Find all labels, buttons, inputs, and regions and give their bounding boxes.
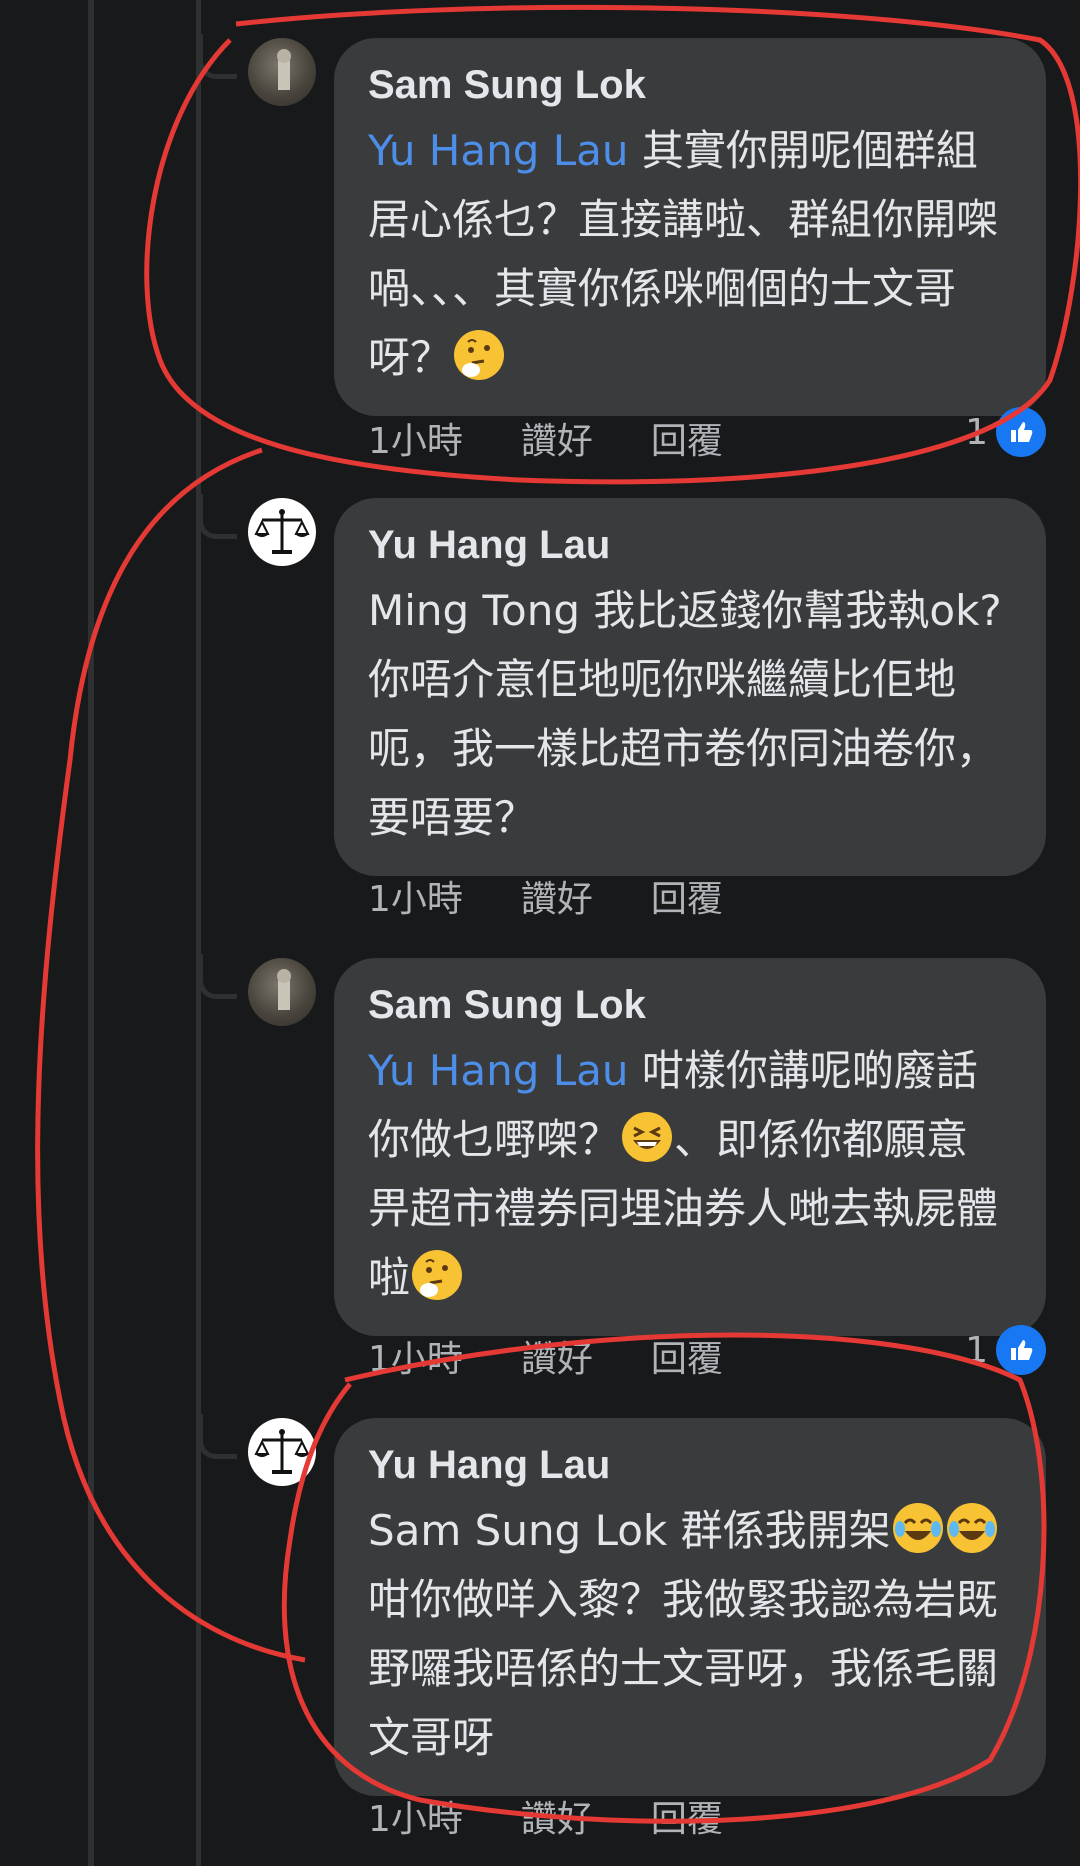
avatar[interactable]	[248, 498, 316, 566]
comment-actions: 1小時 讚好 回覆	[368, 1326, 781, 1386]
mention-link[interactable]: Yu Hang Lau	[368, 126, 629, 175]
person-photo-icon	[277, 49, 291, 90]
comment-time[interactable]: 1小時	[368, 1330, 463, 1382]
like-button[interactable]: 讚好	[521, 1790, 593, 1842]
comment-actions: 1小時 讚好 回覆	[368, 408, 781, 468]
grinning-squinting-face-emoji	[622, 1112, 673, 1162]
thumbs-up-icon	[996, 1325, 1046, 1375]
reply-connector	[198, 1414, 237, 1459]
reaction-count: 1	[965, 1329, 988, 1371]
reply-button[interactable]: 回覆	[651, 1330, 723, 1382]
reply-button[interactable]: 回覆	[651, 412, 723, 464]
comment-bubble: Yu Hang Lau Sam Sung Lok 群係我開架 咁你做咩入黎？我做…	[334, 1418, 1046, 1796]
comment-actions: 1小時 讚好 回覆	[368, 866, 781, 926]
comment-text: Ming Tong 我比返錢你幫我執ok? 你唔介意佢地呃你咪繼續比佢地 呃，我…	[368, 586, 1002, 842]
comment-bubble: Sam Sung Lok Yu Hang Lau 咁樣你講呢啲廢話 你做乜嘢㗎？…	[334, 958, 1046, 1336]
thinking-face-emoji	[412, 1250, 463, 1300]
thread-line-inner	[196, 0, 201, 1866]
avatar[interactable]	[248, 958, 316, 1026]
comment-text: Yu Hang Lau 其實你開呢個群組 居心係乜？直接講啦、群組你開㗎 喎、、…	[368, 126, 999, 382]
reply-button[interactable]: 回覆	[651, 870, 723, 922]
scales-of-justice-icon	[254, 509, 310, 554]
comment-author[interactable]: Sam Sung Lok	[368, 60, 1012, 110]
reaction-summary[interactable]: 1	[965, 402, 1046, 462]
reply-connector	[198, 34, 237, 79]
thumbs-up-icon	[996, 407, 1046, 457]
comment-time[interactable]: 1小時	[368, 1790, 463, 1842]
like-button[interactable]: 讚好	[521, 412, 593, 464]
mention-link[interactable]: Yu Hang Lau	[368, 1046, 629, 1095]
comment-bubble: Sam Sung Lok Yu Hang Lau 其實你開呢個群組 居心係乜？直…	[334, 38, 1046, 416]
comment-author[interactable]: Yu Hang Lau	[368, 1440, 1012, 1490]
face-with-tears-of-joy-emoji	[946, 1503, 997, 1553]
comment-bubble: Yu Hang Lau Ming Tong 我比返錢你幫我執ok? 你唔介意佢地…	[334, 498, 1046, 876]
face-with-tears-of-joy-emoji	[892, 1503, 943, 1553]
thinking-face-emoji	[454, 330, 505, 380]
reply-connector	[198, 494, 237, 539]
reply-connector	[198, 954, 237, 999]
comment-actions: 1小時 讚好 回覆	[368, 1786, 781, 1846]
avatar[interactable]	[248, 38, 316, 106]
person-photo-icon	[277, 969, 291, 1010]
thread-line-outer	[88, 0, 94, 1866]
comment-text: Yu Hang Lau 咁樣你講呢啲廢話 你做乜嘢㗎？ 、即係你都願意 畀超市禮券…	[368, 1046, 999, 1302]
comment-time[interactable]: 1小時	[368, 412, 463, 464]
reply-button[interactable]: 回覆	[651, 1790, 723, 1842]
comment-author[interactable]: Sam Sung Lok	[368, 980, 1012, 1030]
like-button[interactable]: 讚好	[521, 870, 593, 922]
comment-time[interactable]: 1小時	[368, 870, 463, 922]
comment-author[interactable]: Yu Hang Lau	[368, 520, 1012, 570]
like-button[interactable]: 讚好	[521, 1330, 593, 1382]
avatar[interactable]	[248, 1418, 316, 1486]
scales-of-justice-icon	[254, 1429, 310, 1474]
reaction-count: 1	[965, 411, 988, 453]
reaction-summary[interactable]: 1	[965, 1320, 1046, 1380]
comment-text: Sam Sung Lok 群係我開架 咁你做咩入黎？我做緊我認為岩既 野囉我唔係…	[368, 1496, 1012, 1772]
